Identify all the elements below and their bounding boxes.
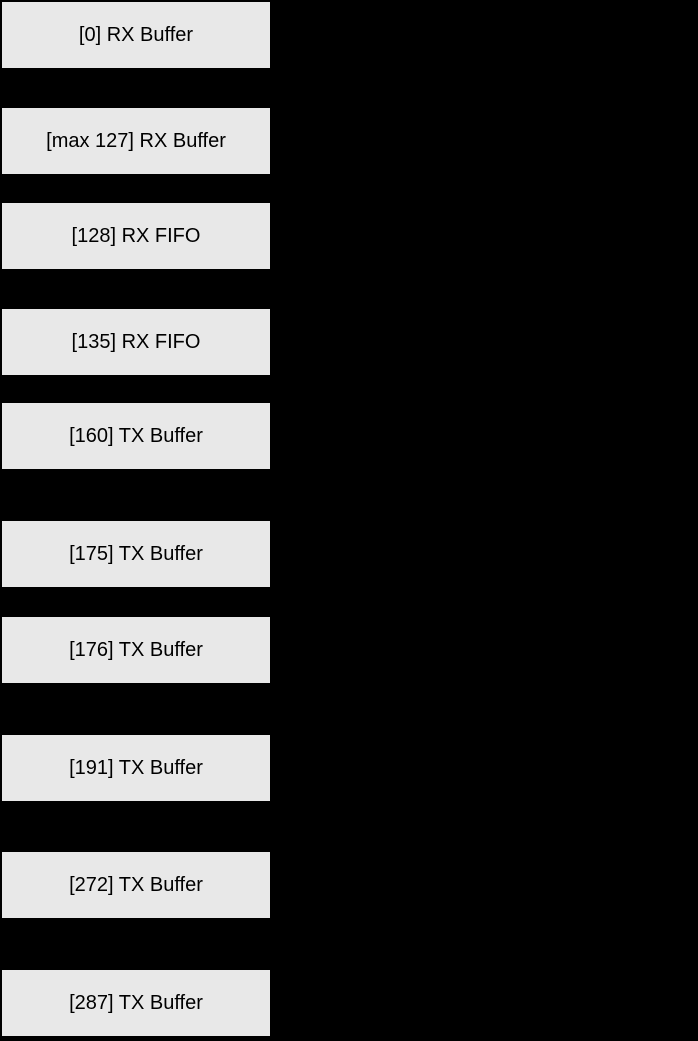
memory-block-label: [287] TX Buffer [69,992,203,1014]
memory-block-tx-buffer-160: [160] TX Buffer [1,402,271,470]
memory-block-tx-buffer-175: [175] TX Buffer [1,520,271,588]
memory-block-rx-fifo-128: [128] RX FIFO [1,202,271,270]
memory-block-label: [272] TX Buffer [69,874,203,896]
memory-block-tx-buffer-176: [176] TX Buffer [1,616,271,684]
memory-map-diagram: [0] RX Buffer [max 127] RX Buffer [128] … [0,0,698,1041]
memory-block-label: [160] TX Buffer [69,425,203,447]
memory-block-label: [176] TX Buffer [69,639,203,661]
memory-block-rx-buffer-max-127: [max 127] RX Buffer [1,107,271,175]
memory-block-label: [0] RX Buffer [78,24,194,46]
memory-block-rx-fifo-135: [135] RX FIFO [1,308,271,376]
memory-block-label: [191] TX Buffer [69,757,203,779]
memory-block-label: [175] TX Buffer [69,543,203,565]
memory-block-label: [135] RX FIFO [71,331,201,353]
memory-block-tx-buffer-191: [191] TX Buffer [1,734,271,802]
memory-block-tx-buffer-272: [272] TX Buffer [1,851,271,919]
memory-block-label: [max 127] RX Buffer [46,130,226,152]
memory-block-rx-buffer-0: [0] RX Buffer [1,1,271,69]
memory-block-label: [128] RX FIFO [71,225,201,247]
memory-block-tx-buffer-287: [287] TX Buffer [1,969,271,1037]
